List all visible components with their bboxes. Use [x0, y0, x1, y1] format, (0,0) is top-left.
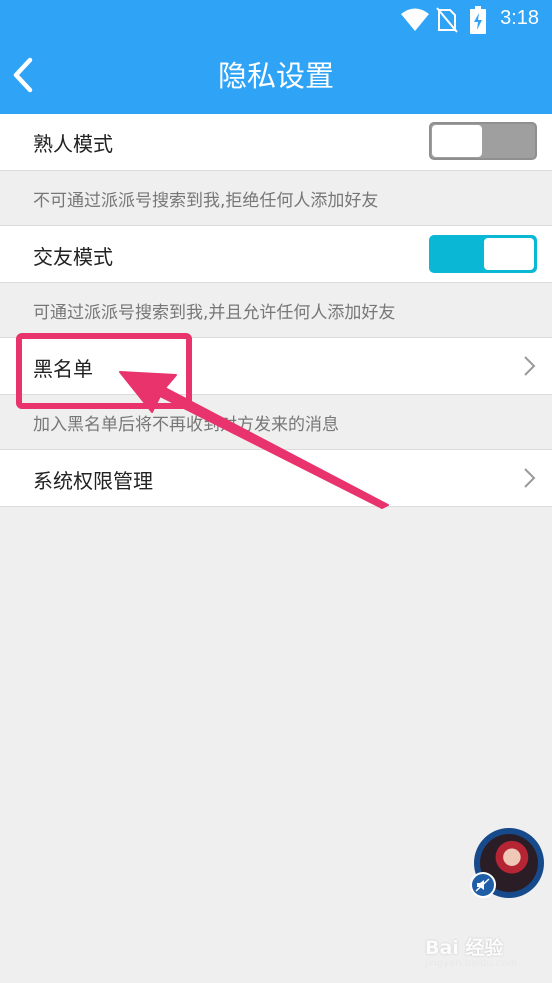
- floating-avatar-button[interactable]: [470, 828, 544, 898]
- watermark-logo: Bai 经验: [425, 937, 504, 959]
- speaker-icon: [470, 872, 496, 898]
- watermark-url: jingyan.baidu.com: [425, 958, 518, 969]
- annotation-arrow: [119, 371, 389, 509]
